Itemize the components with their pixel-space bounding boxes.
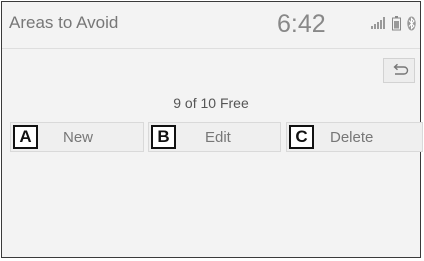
- new-button[interactable]: A New: [10, 122, 144, 152]
- delete-button[interactable]: C Delete: [286, 122, 423, 152]
- status-bar: Areas to Avoid 6:42: [2, 2, 420, 49]
- status-icons: [371, 16, 417, 34]
- back-button[interactable]: [383, 58, 415, 83]
- back-arrow-icon: [393, 63, 409, 75]
- callout-marker-a: A: [13, 125, 38, 149]
- free-slots-count: 9 of 10 Free: [173, 95, 249, 111]
- bluetooth-icon: [407, 16, 416, 31]
- action-buttons: A New B Edit C Delete: [10, 122, 423, 152]
- edit-button[interactable]: B Edit: [148, 122, 281, 152]
- battery-icon: [392, 16, 401, 31]
- edit-button-label: Edit: [205, 129, 231, 146]
- head-unit-screen: Areas to Avoid 6:42 9 of 10 Free A New B…: [1, 1, 423, 258]
- delete-button-label: Delete: [330, 129, 374, 146]
- callout-marker-c: C: [289, 125, 314, 149]
- new-button-label: New: [63, 129, 94, 146]
- page-title: Areas to Avoid: [9, 13, 119, 32]
- clock: 6:42: [277, 10, 326, 38]
- callout-marker-b: B: [151, 125, 176, 149]
- signal-icon: [371, 17, 385, 29]
